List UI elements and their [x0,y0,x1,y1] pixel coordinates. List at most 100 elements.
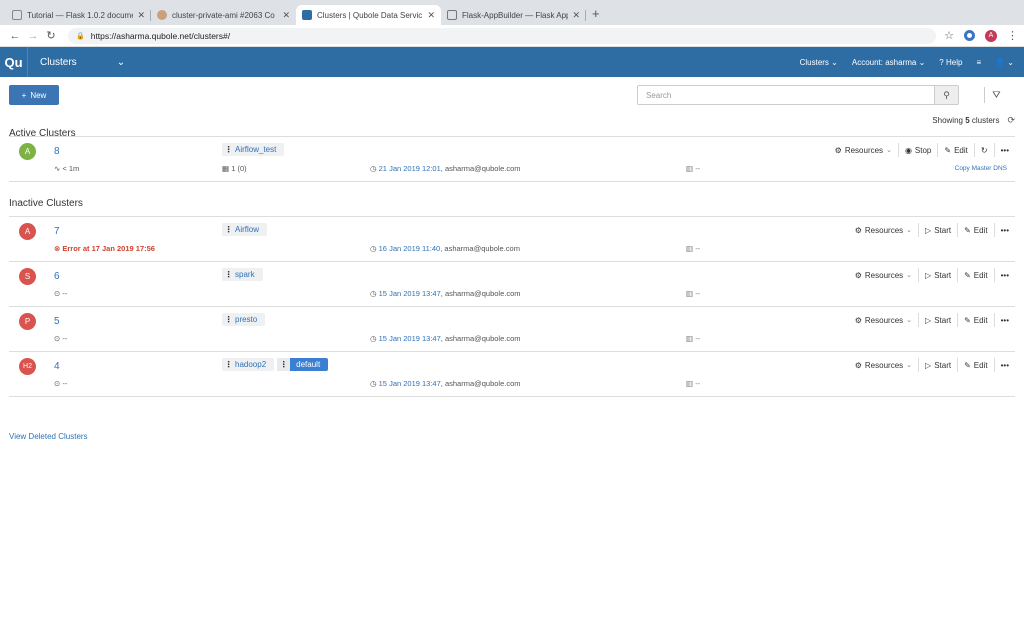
restart-icon[interactable]: ↻ [975,143,995,157]
start-button[interactable]: ▷ Start [919,358,959,372]
more-icon[interactable]: ••• [995,143,1015,157]
stop-button[interactable]: ◉ Stop [899,143,939,157]
tab-title: Tutorial — Flask 1.0.2 documen [27,10,134,20]
nav-clusters-menu[interactable]: Clusters ⌄ [800,58,838,67]
tab-close-icon[interactable]: ✕ [427,10,435,21]
start-button[interactable]: ▷ Start [919,223,959,237]
resources-button[interactable]: ⚙ Resources ⌄ [849,313,920,327]
clock-icon: ◷ [370,334,377,343]
browser-tab[interactable]: Flask-AppBuilder — Flask App ✕ [441,5,586,25]
resources-icon: ⚙ [834,145,842,155]
tab-close-icon[interactable]: ✕ [282,10,290,21]
resources-button[interactable]: ⚙ Resources ⌄ [829,143,899,157]
edit-button[interactable]: ✎ Edit [958,313,995,327]
tab-title: Clusters | Qubole Data Servic [317,10,423,20]
resources-button[interactable]: ⚙ Resources ⌄ [849,268,920,282]
more-icon[interactable]: ••• [995,313,1015,327]
new-cluster-button[interactable]: + New [9,85,59,105]
user-menu-icon[interactable]: 👤 ⌄ [995,58,1014,67]
search-input[interactable] [638,86,934,104]
browser-tab[interactable]: Tutorial — Flask 1.0.2 documen ✕ [6,5,151,25]
resources-button[interactable]: ⚙ Resources ⌄ [849,223,920,237]
chevron-down-icon[interactable]: ⌄ [117,57,125,68]
nav-account-menu[interactable]: Account: asharma ⌄ [852,58,925,67]
start-button[interactable]: ▷ Start [919,313,959,327]
copy-master-dns-link[interactable]: Copy Master DNS [955,165,1007,172]
edit-button[interactable]: ✎ Edit [958,223,995,237]
cluster-id-link[interactable]: 8 [54,146,60,157]
extension-icon[interactable] [964,30,975,41]
resources-icon: ⚙ [854,360,862,370]
edit-button[interactable]: ✎ Edit [958,358,995,372]
cluster-actions: ⚙ Resources ⌄ ▷ Start ✎ Edit ••• [849,268,1015,282]
clock-icon: ◷ [370,244,377,253]
inactive-section-title: Inactive Clusters [9,197,83,209]
cluster-actions: ⚙ Resources ⌄ ◉ Stop ✎ Edit ↻ ••• [829,143,1015,157]
cluster-row: A 7 ⊗ Error at 17 Jan 2019 17:56 ⋮ Airflo… [9,217,1015,262]
cluster-row: H2 4 ⊙ -- ⋮ hadoop2 ⋮ default ◷ 15 Jan 201… [9,352,1015,397]
status-icon: ⊙ [54,379,61,388]
bookmark-star-icon[interactable]: ☆ [944,29,954,42]
cluster-nodes: ▦ 1 (0) [222,164,247,173]
url-field[interactable]: 🔒 https://asharma.qubole.net/clusters#/ [68,27,937,44]
active-section-header: Active Clusters Showing 5 clusters ⟳ [0,115,1024,139]
refresh-icon[interactable]: ⟳ [1007,115,1015,126]
start-button[interactable]: ▷ Start [919,268,959,282]
book-favicon-icon [447,10,457,20]
more-icon[interactable]: ••• [995,268,1015,282]
cluster-label[interactable]: ⋮ Airflow_test [222,143,285,156]
stop-icon: ◉ [904,145,912,155]
more-icon[interactable]: ••• [995,358,1015,372]
cluster-labels: ⋮ hadoop2 ⋮ default [222,358,329,371]
chevron-down-icon: ⌄ [886,147,892,154]
cluster-labels: ⋮ presto [222,313,266,326]
back-icon[interactable]: ← [6,30,24,42]
browser-menu-icon[interactable]: ⋮ [1007,29,1018,42]
cluster-id-link[interactable]: 4 [54,361,60,372]
edit-button[interactable]: ✎ Edit [958,268,995,282]
new-button-label: New [30,90,47,100]
pencil-icon: ✎ [964,315,971,325]
resources-icon: ⚙ [854,225,862,235]
chevron-down-icon: ⌄ [906,362,913,369]
new-tab-icon[interactable]: + [592,6,600,21]
cluster-id-link[interactable]: 5 [54,316,60,327]
cluster-label[interactable]: ⋮ hadoop2 [222,358,275,371]
chevron-down-icon: ⌄ [906,272,913,279]
cluster-id-link[interactable]: 7 [54,226,60,237]
notifications-icon[interactable]: ≡ [976,58,981,67]
cluster-date: ◷ 15 Jan 2019 13:47, asharma@qubole.com [370,334,521,343]
resources-button[interactable]: ⚙ Resources ⌄ [849,358,920,372]
reload-icon[interactable]: ↻ [42,29,60,42]
tab-close-icon[interactable]: ✕ [572,10,580,21]
cluster-row-active: A 8 ∿ < 1m ⋮ Airflow_test ▦ 1 (0) ◷ 21 Ja… [9,137,1015,182]
chevron-down-icon: ⌄ [831,57,838,67]
search-icon[interactable]: ⚲ [934,86,958,104]
qubole-logo[interactable]: Qu [0,47,28,77]
view-deleted-clusters-link[interactable]: View Deleted Clusters [9,432,88,441]
chart-icon: ▥ [686,379,694,388]
cluster-labels: ⋮ Airflow [222,223,268,236]
filter-icon[interactable]: ⛛ [984,87,1008,103]
profile-avatar[interactable]: A [985,29,997,42]
cluster-id-link[interactable]: 6 [54,271,60,282]
cluster-default-label[interactable]: ⋮ default [277,358,329,371]
pencil-icon: ✎ [964,360,971,370]
pencil-icon: ✎ [944,145,952,155]
cluster-row: P 5 ⊙ -- ⋮ presto ◷ 15 Jan 2019 13:47, as… [9,307,1015,352]
browser-tab-active[interactable]: Clusters | Qubole Data Servic ✕ [296,5,441,25]
cluster-label[interactable]: ⋮ spark [222,268,263,281]
tab-close-icon[interactable]: ✕ [137,10,145,21]
cluster-label[interactable]: ⋮ Airflow [222,223,268,236]
pencil-icon: ✎ [964,270,971,280]
nav-account-label: Account: asharma [851,57,917,67]
browser-tab[interactable]: cluster-private-ami #2063 Co ✕ [151,5,296,25]
chart-icon: ▥ [686,289,694,298]
nav-help[interactable]: ? Help [939,58,962,67]
cluster-label[interactable]: ⋮ presto [222,313,266,326]
edit-button[interactable]: ✎ Edit [938,143,975,157]
cluster-labels: ⋮ spark [222,268,263,281]
toolbar: + New ⚲ ⛛ [0,77,1024,113]
more-icon[interactable]: ••• [995,223,1015,237]
forward-icon[interactable]: → [24,30,42,42]
